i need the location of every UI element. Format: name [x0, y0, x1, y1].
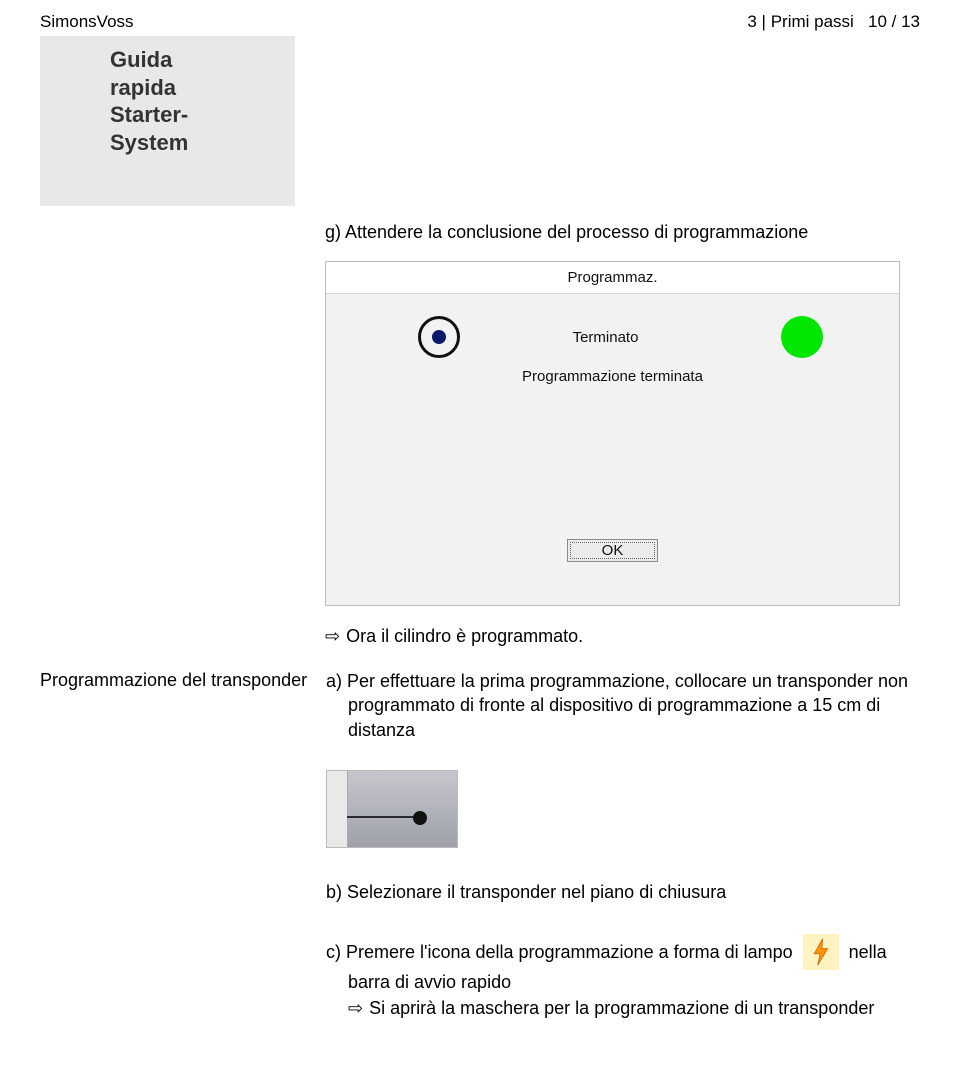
doc-title-block: Guida rapida Starter-System	[40, 36, 295, 206]
arrow-icon: ⇨	[348, 996, 363, 1020]
transponder-photo	[326, 770, 458, 848]
status-indicator-icon	[781, 316, 823, 358]
step-c-line2: barra di avvio rapido	[348, 970, 920, 994]
cylinder-icon	[418, 316, 460, 358]
bolt-svg	[811, 938, 831, 966]
doc-title-line1: Guida rapida	[110, 46, 225, 101]
step-a-text: a) Per effettuare la prima programmazion…	[326, 669, 920, 742]
breadcrumb: 3 | Primi passi	[747, 12, 853, 31]
dialog-status-text: Terminato	[430, 329, 781, 346]
lightning-icon[interactable]	[803, 934, 839, 970]
arrow-icon: ⇨	[325, 626, 340, 647]
result-g-text: Ora il cilindro è programmato.	[346, 626, 583, 646]
dialog-title: Programmaz.	[326, 262, 899, 294]
result-g-line: ⇨ Ora il cilindro è programmato.	[325, 626, 920, 647]
brand-text: SimonsVoss	[40, 12, 134, 32]
step-c-post-text: nella	[849, 940, 887, 964]
header-right: 3 | Primi passi 10 / 13	[747, 12, 920, 32]
ok-button[interactable]: OK	[567, 539, 659, 562]
step-g-text: g) Attendere la conclusione del processo…	[325, 222, 920, 243]
step-c-pre-text: c) Premere l'icona della programmazione …	[326, 940, 793, 964]
doc-title-line2: Starter-System	[110, 101, 225, 156]
result-c-text: Si aprirà la maschera per la programmazi…	[369, 998, 874, 1018]
dialog-message: Programmazione terminata	[354, 368, 871, 385]
step-b-text: b) Selezionare il transponder nel piano …	[326, 880, 920, 904]
result-c-line: ⇨ Si aprirà la maschera per la programmaz…	[348, 996, 920, 1020]
programming-dialog: Programmaz. Terminato Programmazione ter…	[325, 261, 900, 606]
section-label: Programmazione del transponder	[40, 669, 308, 692]
page-number: 10 / 13	[868, 12, 920, 31]
